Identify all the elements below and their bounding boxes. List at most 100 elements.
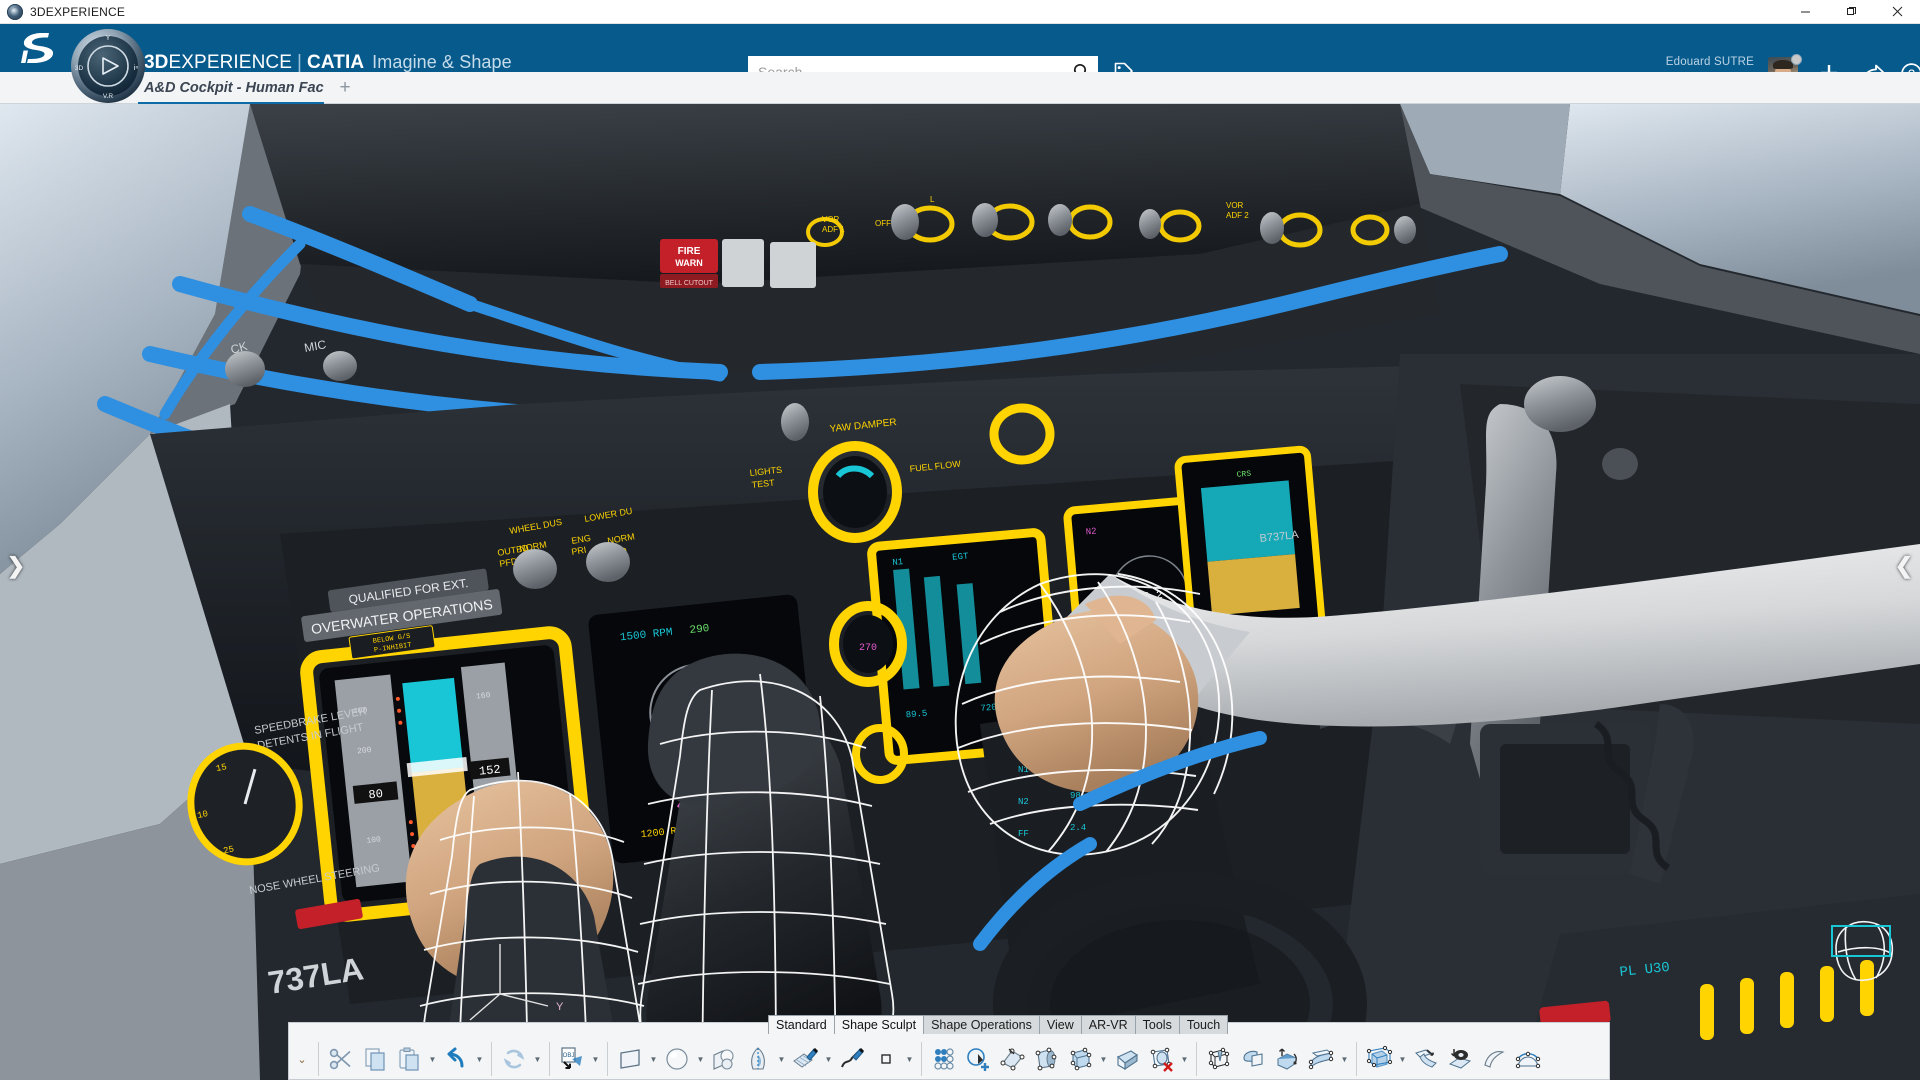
window-maximize-button[interactable] [1828,0,1874,24]
right-panel-expand-arrow[interactable]: ❮ [1895,549,1913,583]
action-bar-collapse-caret[interactable]: ⌄ [291,1039,313,1079]
selection-preview-widget[interactable] [1814,908,1906,994]
tab-standard-label: Standard [776,1018,827,1032]
plane-tool[interactable] [613,1039,647,1079]
svg-text:720: 720 [980,702,997,713]
symmetry-tool[interactable] [741,1039,775,1079]
global-deform-tool[interactable] [1362,1039,1396,1079]
pattern-tool[interactable] [927,1039,961,1079]
offset-tool[interactable] [1477,1039,1511,1079]
window-close-button[interactable] [1874,0,1920,24]
manipulate-tool[interactable] [1202,1039,1236,1079]
3d-compass[interactable]: Y 3D iⁿ V.R [68,26,148,106]
svg-text:160: 160 [476,691,491,701]
3d-viewport[interactable]: FIRE WARN BELL CUTOUT VORADF 1 OFFL VORA… [0,104,1920,1080]
toolbar-separator [318,1042,319,1076]
tab-tools-label: Tools [1143,1018,1172,1032]
symmetry-dropdown[interactable]: ▼ [775,1039,788,1079]
svg-text:100: 100 [366,835,381,845]
svg-text:200: 200 [357,746,372,756]
tab-ad-cockpit[interactable]: A&D Cockpit - Human Factors [138,72,324,104]
morph-dropdown[interactable]: ▼ [1338,1039,1351,1079]
selection-dropdown[interactable]: ▼ [903,1039,916,1079]
add-face-tool[interactable] [961,1039,995,1079]
cage-dropdown[interactable]: ▼ [1097,1039,1110,1079]
left-panel-expand-arrow[interactable]: ❯ [7,549,25,583]
delete-face-dropdown[interactable]: ▼ [1178,1039,1191,1079]
svg-text:290: 290 [689,623,710,637]
tab-ar-vr-label: AR-VR [1089,1018,1128,1032]
sphere-tool[interactable] [660,1039,694,1079]
3dexperience-app-icon [7,4,23,20]
action-bar-tab-row: Standard Shape Sculpt Shape Operations V… [768,1015,1227,1034]
wrap-tool[interactable] [1409,1039,1443,1079]
brand-product: CATIA [307,52,364,73]
tab-touch-label: Touch [1187,1018,1220,1032]
bend-tool[interactable] [1236,1039,1270,1079]
cockpit-3d-scene[interactable]: FIRE WARN BELL CUTOUT VORADF 1 OFFL VORA… [0,104,1920,1080]
fold-tool[interactable] [1270,1039,1304,1079]
paste-tool[interactable] [392,1039,426,1079]
tab-shape-operations-label: Shape Operations [931,1018,1032,1032]
dassault-systemes-logo[interactable] [14,30,58,66]
toolbar-separator [1196,1042,1197,1076]
sketch-tool[interactable] [835,1039,869,1079]
paint-tool[interactable] [788,1039,822,1079]
plane-dropdown[interactable]: ▼ [647,1039,660,1079]
application-window: 3DEXPERIENCE 3DEXPERIENCE|CATIAImagine &… [0,0,1920,1080]
svg-text:FF: FF [1018,829,1029,839]
window-minimize-button[interactable] [1782,0,1828,24]
svg-text:N1: N1 [892,557,904,568]
redo-tool[interactable] [497,1039,531,1079]
cut-tool[interactable] [324,1039,358,1079]
brand-header-bar: 3DEXPERIENCE|CATIAImagine & Shape Edouar… [0,24,1920,72]
brand-prefix-thin: EXPERIENCE [169,52,292,73]
tab-standard[interactable]: Standard [768,1015,835,1034]
tab-shape-sculpt[interactable]: Shape Sculpt [834,1015,924,1034]
paint-dropdown[interactable]: ▼ [822,1039,835,1079]
svg-text:152: 152 [478,763,501,779]
tab-view-label: View [1047,1018,1074,1032]
sharpen-tool[interactable] [1110,1039,1144,1079]
svg-text:ADF 2: ADF 2 [1226,211,1249,220]
tension-tool[interactable] [1511,1039,1545,1079]
copy-tool[interactable] [358,1039,392,1079]
undo-tool[interactable] [439,1039,473,1079]
svg-text:N2: N2 [1018,797,1029,807]
extract-tool[interactable] [995,1039,1029,1079]
svg-text:OFF: OFF [875,219,891,228]
svg-text:2.4: 2.4 [1070,823,1086,833]
window-title-bar: 3DEXPERIENCE [0,0,1920,24]
import-tool[interactable]: OBJ [555,1039,589,1079]
tab-view[interactable]: View [1039,1015,1082,1034]
tab-tools[interactable]: Tools [1135,1015,1180,1034]
brand-separator: | [297,52,302,73]
action-bar-tool-row: ⌄ ▼ ▼ ▼ OBJ [289,1037,1609,1080]
redo-dropdown[interactable]: ▼ [531,1039,544,1079]
toolbar-separator [491,1042,492,1076]
delete-face-tool[interactable] [1144,1039,1178,1079]
import-dropdown[interactable]: ▼ [589,1039,602,1079]
user-name: Edouard SUTRE [1666,55,1754,69]
selection-tool[interactable] [869,1039,903,1079]
cage-tool[interactable] [1063,1039,1097,1079]
toolbar-separator [921,1042,922,1076]
paste-dropdown[interactable]: ▼ [426,1039,439,1079]
undo-dropdown[interactable]: ▼ [473,1039,486,1079]
sphere-dropdown[interactable]: ▼ [694,1039,707,1079]
tab-touch[interactable]: Touch [1179,1015,1228,1034]
morph-tool[interactable] [1304,1039,1338,1079]
tab-shape-operations[interactable]: Shape Operations [923,1015,1040,1034]
svg-text:WARN: WARN [675,258,703,268]
svg-text:3D: 3D [75,65,84,72]
tab-ar-vr[interactable]: AR-VR [1081,1015,1136,1034]
global-deform-dropdown[interactable]: ▼ [1396,1039,1409,1079]
project-tool[interactable] [1443,1039,1477,1079]
user-status-badge [1791,54,1802,65]
new-tab-button[interactable]: + [333,72,357,104]
svg-text:89.5: 89.5 [905,709,927,721]
subdivide-tool[interactable] [1029,1039,1063,1079]
boolean-tool[interactable] [707,1039,741,1079]
window-title: 3DEXPERIENCE [30,5,125,19]
tab-shape-sculpt-label: Shape Sculpt [842,1018,916,1032]
